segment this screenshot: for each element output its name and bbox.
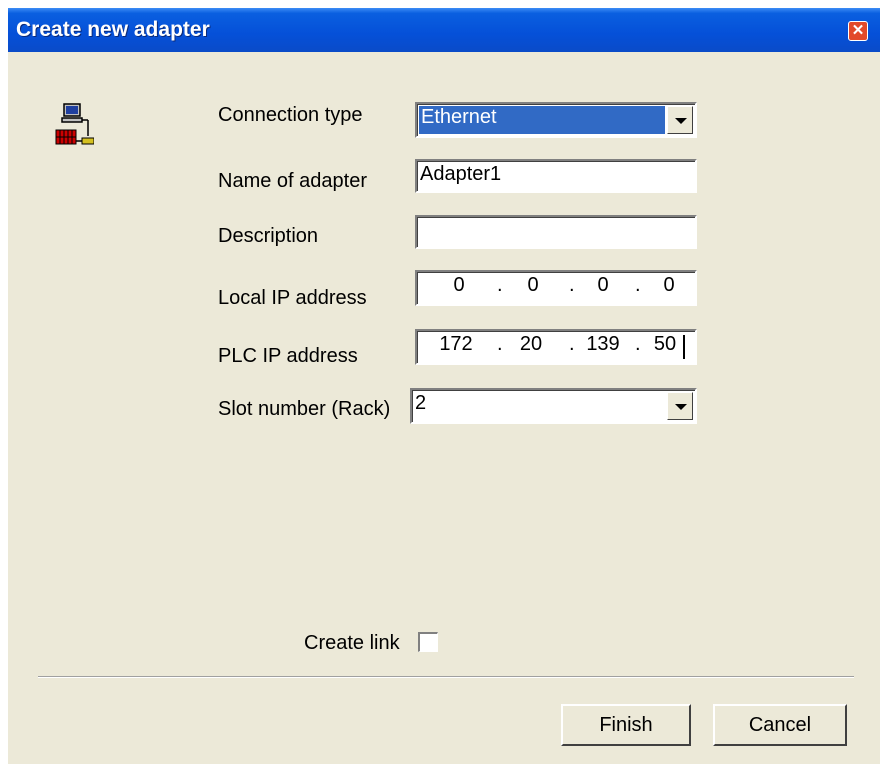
chevron-down-icon[interactable] bbox=[667, 392, 693, 420]
dialog-window: Create new adapter ✕ Connection type Eth… bbox=[8, 8, 880, 764]
ip-separator: . bbox=[635, 274, 641, 296]
selected-option-highlight: Ethernet bbox=[419, 106, 665, 134]
ip-separator: . bbox=[569, 274, 575, 296]
adapter-name-input[interactable]: Adapter1 bbox=[415, 159, 697, 193]
connection-type-select[interactable]: Ethernet bbox=[415, 102, 697, 138]
close-button[interactable]: ✕ bbox=[848, 21, 868, 41]
close-icon: ✕ bbox=[851, 22, 865, 39]
text-cursor bbox=[683, 335, 685, 359]
network-adapter-icon bbox=[55, 103, 94, 145]
local-ip-input[interactable]: 0 . 0 . 0 . 0 bbox=[415, 270, 697, 306]
local-ip-label: Local IP address bbox=[218, 287, 367, 309]
plc-ip-octet-1[interactable]: 172 bbox=[433, 333, 479, 356]
create-link-checkbox[interactable] bbox=[418, 632, 438, 652]
connection-type-label: Connection type bbox=[218, 104, 363, 126]
ip-separator: . bbox=[497, 274, 503, 296]
description-label: Description bbox=[218, 225, 319, 247]
slot-number-select[interactable]: 2 bbox=[410, 388, 697, 424]
adapter-name-value: Adapter1 bbox=[420, 163, 502, 185]
adapter-name-label: Name of adapter bbox=[218, 170, 367, 192]
description-input[interactable] bbox=[415, 215, 697, 249]
ip-separator: . bbox=[635, 333, 641, 355]
plc-ip-label: PLC IP address bbox=[218, 345, 358, 367]
local-ip-octet-2[interactable]: 0 bbox=[513, 274, 553, 297]
slot-number-label: Slot number (Rack) bbox=[218, 398, 391, 420]
chevron-down-icon[interactable] bbox=[667, 106, 693, 134]
plc-ip-octet-2[interactable]: 20 bbox=[511, 333, 551, 356]
plc-ip-octet-4[interactable]: 50 bbox=[647, 333, 683, 356]
connection-type-value: Ethernet bbox=[421, 106, 497, 128]
ip-separator: . bbox=[569, 333, 575, 355]
ip-separator: . bbox=[497, 333, 503, 355]
cancel-button[interactable]: Cancel bbox=[713, 704, 847, 746]
local-ip-octet-1[interactable]: 0 bbox=[439, 274, 479, 297]
title-bar[interactable]: Create new adapter ✕ bbox=[8, 8, 880, 52]
finish-button[interactable]: Finish bbox=[561, 704, 691, 746]
local-ip-octet-4[interactable]: 0 bbox=[649, 274, 689, 297]
separator bbox=[38, 676, 854, 678]
plc-ip-octet-3[interactable]: 139 bbox=[579, 333, 627, 356]
slot-number-value: 2 bbox=[415, 392, 427, 414]
local-ip-octet-3[interactable]: 0 bbox=[583, 274, 623, 297]
create-link-label: Create link bbox=[304, 632, 400, 654]
window-title: Create new adapter bbox=[16, 18, 210, 41]
plc-ip-input[interactable]: 172 . 20 . 139 . 50 bbox=[415, 329, 697, 365]
dialog-body: Connection type Ethernet Name of adapter… bbox=[8, 52, 880, 764]
